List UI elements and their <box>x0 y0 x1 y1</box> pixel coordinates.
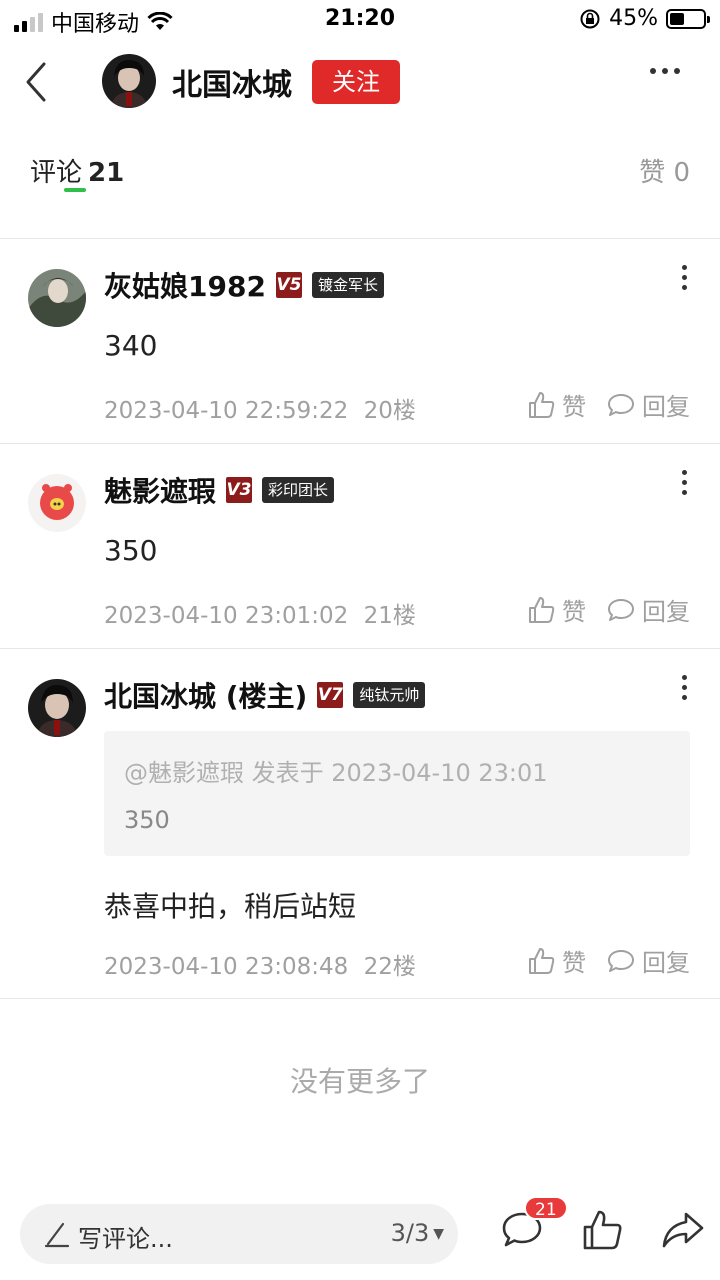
reply-bubble-icon <box>608 949 634 972</box>
rotation-lock-icon <box>580 9 600 28</box>
comment-item: 灰姑娘1982 V5 镀金军长 340 2023-04-10 22:59:22 … <box>0 238 720 443</box>
comment-more-icon[interactable] <box>682 265 688 295</box>
write-comment-placeholder: 写评论... <box>78 1225 173 1253</box>
level-badge: V7 <box>317 682 344 708</box>
battery-icon <box>666 8 710 29</box>
bottom-toolbar: 写评论... 3/3 ▼ 21 <box>0 1174 720 1280</box>
reply-bubble-icon <box>608 393 634 416</box>
battery-percent: 45% <box>609 6 658 31</box>
pen-icon <box>44 1222 70 1248</box>
reply-button[interactable]: 回复 <box>606 592 690 627</box>
tab-comments-label: 评论 <box>30 158 83 188</box>
reply-bubble-icon <box>608 598 634 621</box>
like-label: 赞 <box>562 393 586 421</box>
rank-badge: 镀金军长 <box>311 272 384 298</box>
comment-item: 魅影遮瑕 V3 彩印团长 350 2023-04-10 23:01:02 21楼… <box>0 443 720 648</box>
comment-more-icon[interactable] <box>682 470 688 500</box>
like-button[interactable]: 赞 <box>526 943 586 978</box>
divider <box>0 998 720 999</box>
thumbs-up-icon <box>529 596 555 623</box>
tab-likes[interactable]: 赞 0 <box>639 152 690 189</box>
commenter-name[interactable]: 北国冰城 (楼主) <box>104 675 307 715</box>
comment-time: 2023-04-10 22:59:22 <box>104 398 349 424</box>
like-label: 赞 <box>562 598 586 626</box>
status-bar: 中国移动 21:20 45% <box>0 0 720 40</box>
comment-floor: 22楼 <box>363 954 416 980</box>
commenter-avatar[interactable] <box>28 474 86 532</box>
quote-source: @魅影遮瑕 发表于 2023-04-10 23:01 <box>124 759 548 787</box>
active-tab-indicator <box>64 188 86 192</box>
commenter-name[interactable]: 灰姑娘1982 <box>104 265 266 305</box>
more-options-icon[interactable] <box>650 68 680 74</box>
back-arrow-icon[interactable] <box>18 60 54 104</box>
comment-time: 2023-04-10 23:01:02 <box>104 603 349 629</box>
reply-label: 回复 <box>642 949 690 977</box>
tab-bar: 评论 21 赞 0 <box>0 124 720 204</box>
dropdown-caret-icon: ▼ <box>433 1226 444 1242</box>
comment-floor: 21楼 <box>363 603 416 629</box>
rank-badge: 彩印团长 <box>262 477 335 503</box>
like-label: 赞 <box>562 949 586 977</box>
tab-comments-count: 21 <box>88 158 125 188</box>
tab-comments[interactable]: 评论 21 <box>30 152 124 189</box>
reply-label: 回复 <box>642 598 690 626</box>
comment-more-icon[interactable] <box>682 675 688 705</box>
level-badge: V3 <box>226 477 253 503</box>
page-indicator[interactable]: 3/3 ▼ <box>391 1219 444 1247</box>
quoted-comment[interactable]: @魅影遮瑕 发表于 2023-04-10 23:01 350 <box>104 731 690 856</box>
author-name[interactable]: 北国冰城 <box>172 60 292 104</box>
commenter-name[interactable]: 魅影遮瑕 <box>104 470 216 510</box>
commenter-avatar[interactable] <box>28 679 86 737</box>
share-icon[interactable] <box>660 1208 706 1252</box>
author-avatar[interactable] <box>102 54 156 108</box>
comment-meta: 2023-04-10 23:08:48 22楼 <box>104 947 416 981</box>
comment-count-badge: 21 <box>524 1196 568 1220</box>
thumbs-up-icon[interactable] <box>580 1208 624 1252</box>
no-more-label: 没有更多了 <box>289 1065 430 1098</box>
reply-button[interactable]: 回复 <box>606 387 690 422</box>
comment-item: 北国冰城 (楼主) V7 纯钛元帅 @魅影遮瑕 发表于 2023-04-10 2… <box>0 648 720 998</box>
comment-text: 恭喜中拍，稍后站短 <box>104 890 357 923</box>
comment-text: 350 <box>104 534 158 567</box>
post-header: 北国冰城 关注 <box>0 40 720 124</box>
like-button[interactable]: 赞 <box>526 592 586 627</box>
quote-text: 350 <box>124 806 170 834</box>
commenter-avatar[interactable] <box>28 269 86 327</box>
level-badge: V5 <box>275 272 302 298</box>
thumbs-up-icon <box>529 947 555 974</box>
like-button[interactable]: 赞 <box>526 387 586 422</box>
reply-label: 回复 <box>642 393 690 421</box>
follow-button[interactable]: 关注 <box>312 60 400 104</box>
comment-text: 340 <box>104 329 158 362</box>
comment-time: 2023-04-10 23:08:48 <box>104 954 349 980</box>
write-comment-input[interactable]: 写评论... 3/3 ▼ <box>20 1204 458 1264</box>
reply-button[interactable]: 回复 <box>606 943 690 978</box>
thumbs-up-icon <box>529 391 555 418</box>
comment-list[interactable]: 灰姑娘1982 V5 镀金军长 340 2023-04-10 22:59:22 … <box>0 204 720 1174</box>
comment-meta: 2023-04-10 23:01:02 21楼 <box>104 596 416 630</box>
rank-badge: 纯钛元帅 <box>353 682 426 708</box>
comment-floor: 20楼 <box>363 398 416 424</box>
comment-meta: 2023-04-10 22:59:22 20楼 <box>104 391 416 425</box>
